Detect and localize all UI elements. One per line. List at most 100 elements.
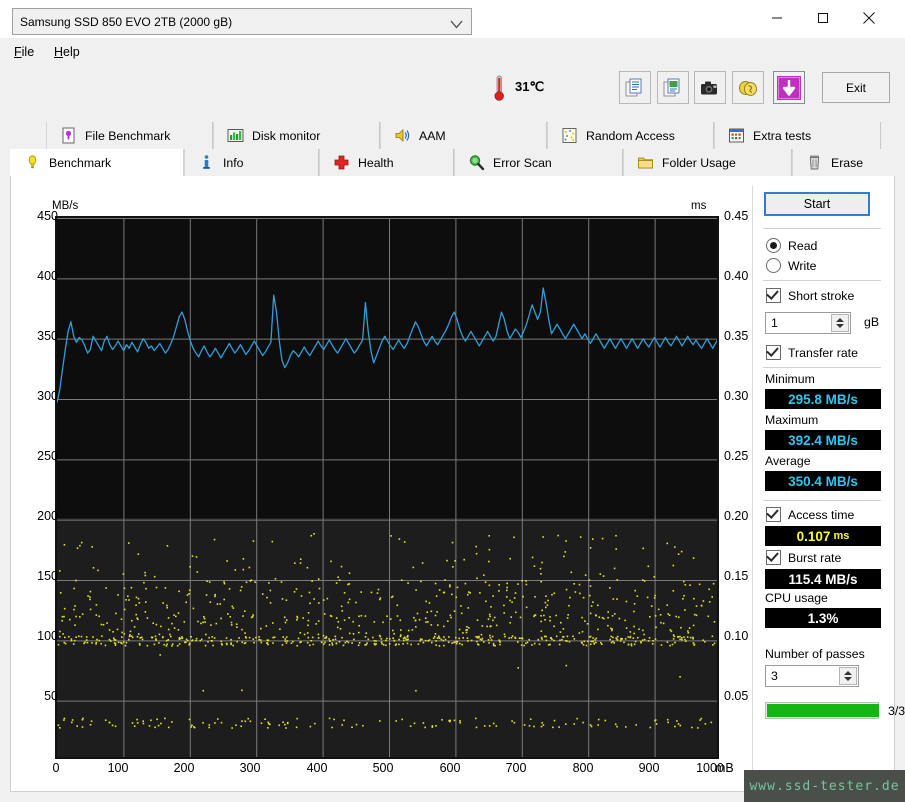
tab-benchmark-label: Benchmark <box>49 155 112 170</box>
passes-arrows[interactable] <box>839 667 857 685</box>
minimum-label: Minimum <box>765 372 815 386</box>
drive-select[interactable]: Samsung SSD 850 EVO 2TB (2000 gB) <box>12 8 472 35</box>
chevron-down-icon <box>450 18 463 32</box>
chevron-up-icon[interactable] <box>836 318 844 322</box>
start-button[interactable]: Start <box>764 192 870 216</box>
tab-error-scan[interactable]: Error Scan <box>454 149 623 176</box>
health-icon <box>333 154 350 171</box>
drive-select-value: Samsung SSD 850 EVO 2TB (2000 gB) <box>20 15 233 29</box>
tab-aam[interactable]: AAM <box>380 122 547 149</box>
close-button[interactable] <box>846 0 892 36</box>
file-benchmark-icon <box>60 127 77 144</box>
tab-erase[interactable]: Erase <box>792 149 895 176</box>
y-tick-400: 400 <box>37 269 58 283</box>
checkbox-access-time-label: Access time <box>788 507 855 522</box>
average-label: Average <box>765 454 811 468</box>
exit-button-label: Exit <box>845 80 866 95</box>
tab-health-label: Health <box>358 155 394 170</box>
tab-disk-monitor-label: Disk monitor <box>252 128 321 143</box>
menu-file-rest: ile <box>21 45 35 59</box>
tab-strip: File Benchmark Disk monitor AAM Random A… <box>10 122 895 176</box>
short-stroke-arrows[interactable] <box>831 314 849 332</box>
y-tick-100: 100 <box>37 629 58 643</box>
radio-read[interactable]: Read <box>766 238 817 253</box>
coins-icon[interactable] <box>732 71 764 104</box>
tab-row-top: File Benchmark Disk monitor AAM Random A… <box>10 122 895 149</box>
tab-folder-usage[interactable]: Folder Usage <box>623 149 792 176</box>
extra-tests-icon <box>728 127 745 144</box>
temperature-indicator: 31℃ <box>489 70 545 106</box>
chart-svg <box>57 218 717 757</box>
short-stroke-stepper[interactable]: 1 <box>765 312 851 334</box>
maximum-value: 392.4 MB/s <box>765 430 881 450</box>
watermark: www.ssd-tester.de <box>744 770 905 802</box>
y-tick-450: 450 <box>37 209 58 223</box>
x-tick-500: 500 <box>372 761 394 775</box>
screenshot-icon[interactable] <box>694 71 726 104</box>
chevron-up-icon[interactable] <box>844 671 852 675</box>
start-button-label: Start <box>803 197 831 211</box>
y-tick-150: 150 <box>37 569 58 583</box>
tab-disk-monitor[interactable]: Disk monitor <box>213 122 380 149</box>
maximize-button[interactable] <box>800 0 846 36</box>
y-tick-200: 200 <box>37 509 58 523</box>
maximum-label: Maximum <box>765 413 819 427</box>
watermark-text: www.ssd-tester.de <box>749 778 900 794</box>
tab-file-benchmark[interactable]: File Benchmark <box>46 122 213 149</box>
radio-write[interactable]: Write <box>766 258 816 273</box>
chevron-down-icon[interactable] <box>836 324 844 328</box>
tab-health[interactable]: Health <box>319 149 454 176</box>
y-tick-50: 50 <box>44 689 58 703</box>
tab-extra-tests-label: Extra tests <box>753 128 812 143</box>
divider-1 <box>763 228 881 229</box>
minimize-button[interactable] <box>754 0 800 36</box>
short-stroke-unit: gB <box>864 315 880 329</box>
passes-value: 3 <box>771 669 778 683</box>
download-icon[interactable] <box>773 71 805 104</box>
checkbox-transfer-rate[interactable]: Transfer rate <box>766 345 858 360</box>
minimum-value: 295.8 MB/s <box>765 389 881 409</box>
checkbox-burst-rate-label: Burst rate <box>788 550 842 565</box>
info-icon <box>198 154 215 171</box>
checkbox-access-time-box <box>766 507 781 522</box>
exit-button[interactable]: Exit <box>822 72 890 103</box>
x-tick-200: 200 <box>173 761 195 775</box>
x-tick-0: 0 <box>52 761 60 775</box>
burst-rate-value: 115.4 MB/s <box>765 569 881 589</box>
x-tick-800: 800 <box>572 761 594 775</box>
x-tick-900: 900 <box>638 761 660 775</box>
copy-image-icon[interactable] <box>657 71 689 104</box>
tab-benchmark[interactable]: Benchmark <box>10 149 184 176</box>
tab-folder-usage-label: Folder Usage <box>662 155 736 170</box>
pass-progress-bar <box>765 702 879 719</box>
checkbox-short-stroke-label: Short stroke <box>788 288 855 303</box>
menu-item-file[interactable]: File <box>8 43 40 61</box>
tab-error-scan-label: Error Scan <box>493 155 552 170</box>
menu-item-help[interactable]: Help <box>48 43 86 61</box>
checkbox-access-time[interactable]: Access time <box>766 507 854 522</box>
checkbox-burst-rate-box <box>766 550 781 565</box>
hdtune-window: HD Tune Pro 5.75 - Hard Disk/SSD Utility… <box>0 0 905 802</box>
cpu-usage-label: CPU usage <box>765 591 828 605</box>
tab-erase-label: Erase <box>831 155 864 170</box>
passes-stepper[interactable]: 3 <box>765 665 859 687</box>
checkbox-short-stroke[interactable]: Short stroke <box>766 288 854 303</box>
chevron-down-icon[interactable] <box>844 677 852 681</box>
tab-info[interactable]: Info <box>184 149 319 176</box>
random-access-icon <box>561 127 578 144</box>
y-tick-350: 350 <box>37 329 58 343</box>
radio-write-indicator <box>766 258 781 273</box>
toolbar <box>0 65 905 113</box>
passes-label: Number of passes <box>765 647 865 661</box>
x-tick-300: 300 <box>239 761 261 775</box>
tab-aam-label: AAM <box>419 128 446 143</box>
benchmark-icon <box>24 154 41 171</box>
x-tick-400: 400 <box>306 761 328 775</box>
menu-help-rest: elp <box>63 45 80 59</box>
copy-text-icon[interactable] <box>619 71 651 104</box>
checkbox-burst-rate[interactable]: Burst rate <box>766 550 841 565</box>
tab-random-access[interactable]: Random Access <box>547 122 714 149</box>
erase-icon <box>806 154 823 171</box>
tab-file-benchmark-label: File Benchmark <box>85 128 171 143</box>
tab-extra-tests[interactable]: Extra tests <box>714 122 881 149</box>
